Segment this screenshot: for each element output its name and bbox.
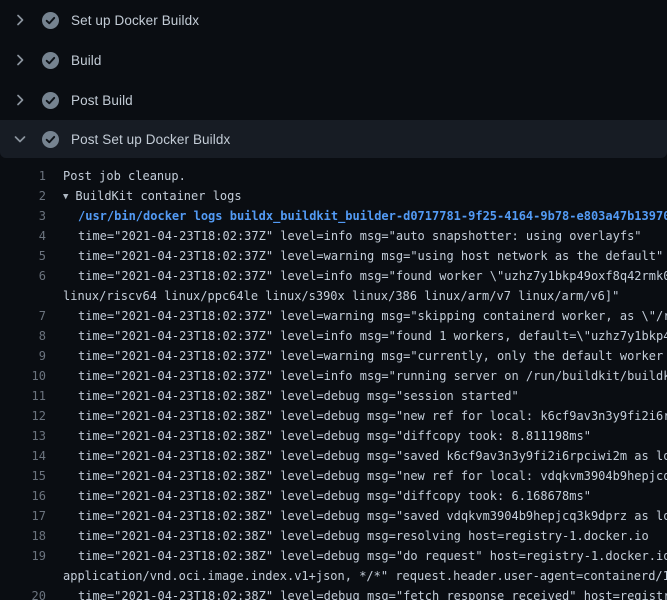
chevron-down-icon <box>12 131 28 147</box>
log-line: 7 time="2021-04-23T18:02:37Z" level=warn… <box>0 306 667 326</box>
check-circle-icon <box>42 92 59 109</box>
log-text: application/vnd.oci.image.index.v1+json,… <box>46 566 667 586</box>
log-line: 4 time="2021-04-23T18:02:37Z" level=info… <box>0 226 667 246</box>
line-number[interactable]: 7 <box>0 306 46 326</box>
line-number[interactable]: 10 <box>0 366 46 386</box>
log-text: time="2021-04-23T18:02:38Z" level=debug … <box>46 586 667 600</box>
step-row-build[interactable]: Build <box>0 40 667 80</box>
line-number[interactable]: 1 <box>0 166 46 186</box>
line-number[interactable]: 8 <box>0 326 46 346</box>
line-number[interactable]: 2 <box>0 186 46 206</box>
log-text: time="2021-04-23T18:02:37Z" level=info m… <box>46 366 667 386</box>
log-line: 15 time="2021-04-23T18:02:38Z" level=deb… <box>0 466 667 486</box>
log-text: time="2021-04-23T18:02:38Z" level=debug … <box>46 386 519 406</box>
log-text: time="2021-04-23T18:02:37Z" level=info m… <box>46 266 667 286</box>
log-line: 2 ▼BuildKit container logs <box>0 186 667 206</box>
check-circle-icon <box>42 52 59 69</box>
log-text: time="2021-04-23T18:02:38Z" level=debug … <box>46 546 667 566</box>
log-line: application/vnd.oci.image.index.v1+json,… <box>0 566 667 586</box>
line-number[interactable]: 5 <box>0 246 46 266</box>
log-text: time="2021-04-23T18:02:38Z" level=debug … <box>46 486 591 506</box>
log-text: time="2021-04-23T18:02:38Z" level=debug … <box>46 466 667 486</box>
line-number[interactable]: 4 <box>0 226 46 246</box>
log-text: time="2021-04-23T18:02:37Z" level=warnin… <box>46 306 667 326</box>
line-number[interactable]: 17 <box>0 506 46 526</box>
line-number <box>0 566 46 586</box>
log-line: 3 /usr/bin/docker logs buildx_buildkit_b… <box>0 206 667 226</box>
line-number <box>0 286 46 306</box>
log-text: Post job cleanup. <box>46 166 186 186</box>
line-number[interactable]: 6 <box>0 266 46 286</box>
line-number[interactable]: 13 <box>0 426 46 446</box>
log-line: 1 Post job cleanup. <box>0 166 667 186</box>
line-number[interactable]: 19 <box>0 546 46 566</box>
chevron-right-icon <box>12 92 28 108</box>
step-label: Post Set up Docker Buildx <box>71 132 230 147</box>
log-line: 9 time="2021-04-23T18:02:37Z" level=warn… <box>0 346 667 366</box>
line-number[interactable]: 16 <box>0 486 46 506</box>
log-line: 14 time="2021-04-23T18:02:38Z" level=deb… <box>0 446 667 466</box>
log-text: time="2021-04-23T18:02:38Z" level=debug … <box>46 526 649 546</box>
line-number[interactable]: 12 <box>0 406 46 426</box>
log-line: 17 time="2021-04-23T18:02:38Z" level=deb… <box>0 506 667 526</box>
job-steps-list: Set up Docker Buildx Build Post Build Po… <box>0 0 667 600</box>
log-text: time="2021-04-23T18:02:37Z" level=info m… <box>46 326 667 346</box>
log-text: time="2021-04-23T18:02:37Z" level=warnin… <box>46 346 667 366</box>
command-text: /usr/bin/docker logs buildx_buildkit_bui… <box>46 206 667 226</box>
log-line: 10 time="2021-04-23T18:02:37Z" level=inf… <box>0 366 667 386</box>
log-line: 16 time="2021-04-23T18:02:38Z" level=deb… <box>0 486 667 506</box>
log-line: linux/riscv64 linux/ppc64le linux/s390x … <box>0 286 667 306</box>
line-number[interactable]: 9 <box>0 346 46 366</box>
step-label: Build <box>71 53 102 68</box>
log-viewer: 1 Post job cleanup. 2 ▼BuildKit containe… <box>0 158 667 600</box>
log-text: time="2021-04-23T18:02:38Z" level=debug … <box>46 406 667 426</box>
log-line: 6 time="2021-04-23T18:02:37Z" level=info… <box>0 266 667 286</box>
step-label: Set up Docker Buildx <box>71 13 199 28</box>
line-number[interactable]: 15 <box>0 466 46 486</box>
log-text: linux/riscv64 linux/ppc64le linux/s390x … <box>46 286 619 306</box>
step-label: Post Build <box>71 93 133 108</box>
line-number[interactable]: 20 <box>0 586 46 600</box>
line-number[interactable]: 18 <box>0 526 46 546</box>
check-circle-icon <box>42 12 59 29</box>
log-line: 11 time="2021-04-23T18:02:38Z" level=deb… <box>0 386 667 406</box>
line-number[interactable]: 3 <box>0 206 46 226</box>
collapse-caret-icon[interactable]: ▼ <box>63 187 68 206</box>
check-circle-icon <box>42 131 59 148</box>
line-number[interactable]: 11 <box>0 386 46 406</box>
line-number[interactable]: 14 <box>0 446 46 466</box>
log-line: 18 time="2021-04-23T18:02:38Z" level=deb… <box>0 526 667 546</box>
step-row-post-build[interactable]: Post Build <box>0 80 667 120</box>
log-line: 12 time="2021-04-23T18:02:38Z" level=deb… <box>0 406 667 426</box>
chevron-right-icon <box>12 52 28 68</box>
log-line: 19 time="2021-04-23T18:02:38Z" level=deb… <box>0 546 667 566</box>
log-text: time="2021-04-23T18:02:37Z" level=info m… <box>46 226 642 246</box>
log-text: ▼BuildKit container logs <box>46 186 242 206</box>
log-line: 8 time="2021-04-23T18:02:37Z" level=info… <box>0 326 667 346</box>
step-row-post-set-up-docker-buildx[interactable]: Post Set up Docker Buildx <box>0 120 667 158</box>
log-line: 13 time="2021-04-23T18:02:38Z" level=deb… <box>0 426 667 446</box>
log-line: 20 time="2021-04-23T18:02:38Z" level=deb… <box>0 586 667 600</box>
log-text: time="2021-04-23T18:02:38Z" level=debug … <box>46 426 591 446</box>
log-text: time="2021-04-23T18:02:38Z" level=debug … <box>46 446 667 466</box>
chevron-right-icon <box>12 12 28 28</box>
log-text: time="2021-04-23T18:02:37Z" level=warnin… <box>46 246 663 266</box>
log-line: 5 time="2021-04-23T18:02:37Z" level=warn… <box>0 246 667 266</box>
log-text: time="2021-04-23T18:02:38Z" level=debug … <box>46 506 667 526</box>
step-row-set-up-docker-buildx[interactable]: Set up Docker Buildx <box>0 0 667 40</box>
